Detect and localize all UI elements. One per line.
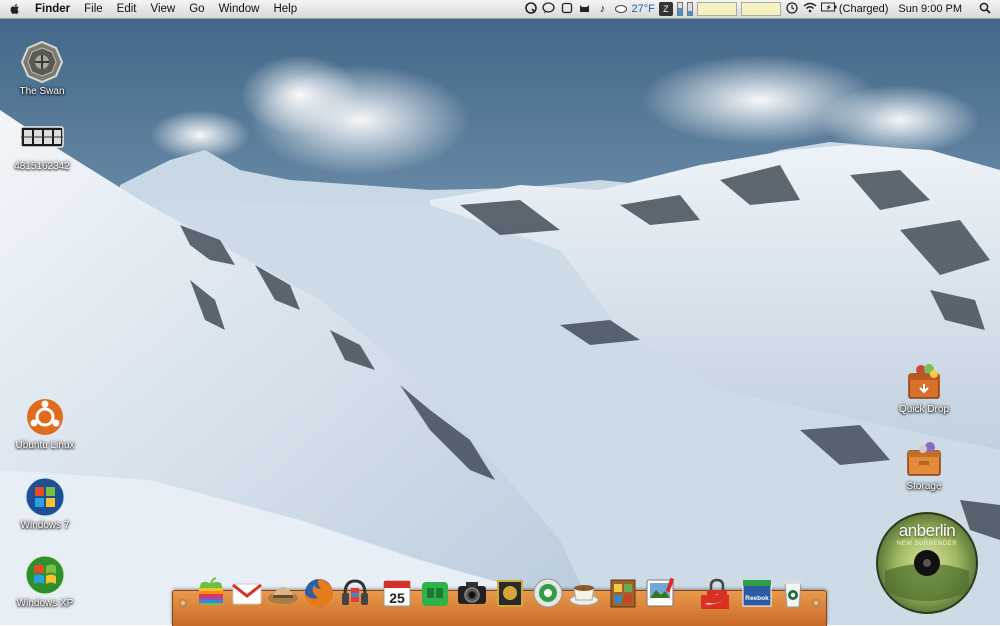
firefox-icon — [305, 579, 333, 607]
coffee-icon — [569, 585, 599, 606]
apple-menu-icon[interactable] — [8, 2, 22, 16]
dock-item-coffee[interactable] — [567, 576, 601, 610]
menu-view[interactable]: View — [144, 0, 183, 18]
cat-icon[interactable] — [578, 2, 592, 16]
reebok-icon: Reebok — [742, 580, 772, 607]
shelf-icon — [610, 579, 636, 608]
menu-window[interactable]: Window — [212, 0, 267, 18]
dock-item-calendar[interactable]: 25 — [380, 576, 414, 610]
menu-edit[interactable]: Edit — [110, 0, 144, 18]
battery-icon[interactable] — [820, 2, 837, 16]
desktop-icon-ubuntu-linux[interactable]: Ubuntu Linux — [5, 396, 85, 452]
memory-bar-icon[interactable] — [676, 2, 683, 16]
desktop-icon-quick-drop[interactable]: Quick Drop — [884, 360, 964, 416]
desktop-icon-label: Ubuntu Linux — [15, 440, 75, 451]
album-title: NEW SURRENDER — [896, 541, 958, 547]
gmail-icon — [232, 583, 262, 605]
finder-icon — [533, 578, 563, 608]
menu-help[interactable]: Help — [266, 0, 304, 18]
dock-item-preview[interactable] — [643, 576, 677, 610]
cpu-bar-icon[interactable] — [686, 2, 693, 16]
preview-icon — [646, 577, 675, 607]
windows-7-icon — [25, 477, 65, 517]
chat-bubble-icon[interactable] — [542, 2, 556, 16]
album-band-name: anberlin — [898, 521, 956, 540]
status-menu-area: ♪ 27°F Z (Charged) Sun 9:00 PM — [524, 0, 1000, 18]
menu-go[interactable]: Go — [182, 0, 211, 18]
dock-item-firefox[interactable] — [302, 576, 336, 610]
dock-item-messages[interactable] — [418, 576, 452, 610]
dock-item-camera[interactable] — [455, 576, 489, 610]
calendar-day: 25 — [389, 590, 405, 606]
menu-clock[interactable]: Sun 9:00 PM — [898, 3, 962, 15]
temperature-readout[interactable]: 27°F — [632, 3, 655, 15]
nike-icon — [701, 595, 729, 609]
desktop-icon-storage[interactable]: Storage — [884, 437, 964, 493]
dock-item-apple[interactable] — [194, 576, 228, 610]
windows-xp-icon — [25, 555, 65, 595]
messages-icon — [422, 582, 448, 606]
itunes-icon — [342, 579, 368, 605]
desktop-icon-label: Windows XP — [16, 598, 74, 609]
desktop-icon-label: 4815162342 — [14, 161, 70, 172]
dharma-logo-icon — [20, 40, 64, 84]
dock-item-reebok[interactable]: Reebok — [740, 576, 774, 610]
dock-item-gmail[interactable] — [230, 576, 264, 610]
drop-box-icon — [908, 364, 940, 399]
battery-status[interactable]: (Charged) — [839, 3, 889, 15]
quicksilver-icon[interactable] — [524, 2, 538, 16]
desktop-wallpaper — [0, 0, 1000, 625]
desktop-icon-label: The Swan — [19, 86, 65, 97]
network-meter[interactable] — [740, 2, 781, 16]
dock-item-coffee-cup[interactable] — [776, 576, 810, 610]
flip-counter-icon — [20, 126, 64, 148]
spotlight-icon[interactable] — [978, 2, 992, 16]
desktop-icon-windows-7[interactable]: Windows 7 — [5, 476, 85, 532]
activity-meter[interactable] — [696, 2, 737, 16]
sticky-icon — [497, 580, 523, 607]
menu-file[interactable]: File — [77, 0, 110, 18]
app-switch-icon[interactable]: Z — [658, 2, 673, 16]
clock-history-icon[interactable] — [785, 2, 799, 16]
menu-bar: Finder File Edit View Go Window Help ♪ 2… — [0, 0, 1000, 19]
camera-icon — [458, 582, 486, 604]
menu-app-name[interactable]: Finder — [28, 0, 77, 18]
reebok-label: Reebok — [745, 595, 769, 602]
dock-item-nike[interactable] — [700, 594, 730, 610]
desktop-icon-flip-counter[interactable]: 4815162342 — [2, 125, 82, 173]
calendar-icon: 25 — [383, 580, 411, 607]
safari-icon — [268, 587, 298, 604]
wifi-icon[interactable] — [803, 2, 817, 16]
apple-icon — [199, 577, 223, 606]
dock-item-sticky[interactable] — [493, 576, 527, 610]
dock-item-itunes[interactable] — [338, 576, 372, 610]
weather-icon[interactable] — [614, 2, 628, 16]
desktop-icon-label: Storage — [906, 481, 942, 492]
desktop-icon-label: Quick Drop — [898, 404, 949, 415]
dock-item-shelf[interactable] — [606, 576, 640, 610]
storage-box-icon — [907, 442, 941, 476]
dock-item-finder[interactable] — [531, 576, 565, 610]
desktop-icon-label: Windows 7 — [20, 520, 70, 531]
dock-item-safari[interactable] — [266, 576, 300, 610]
music-note-icon[interactable]: ♪ — [596, 2, 610, 16]
time-machine-icon[interactable] — [560, 2, 574, 16]
album-art-widget[interactable]: anberlin NEW SURRENDER — [875, 511, 979, 615]
desktop-icon-windows-xp[interactable]: Windows XP — [5, 554, 85, 610]
ubuntu-icon — [27, 399, 63, 435]
desktop-icon-the-swan[interactable]: The Swan — [2, 40, 82, 98]
coffee-cup-icon — [784, 580, 802, 608]
